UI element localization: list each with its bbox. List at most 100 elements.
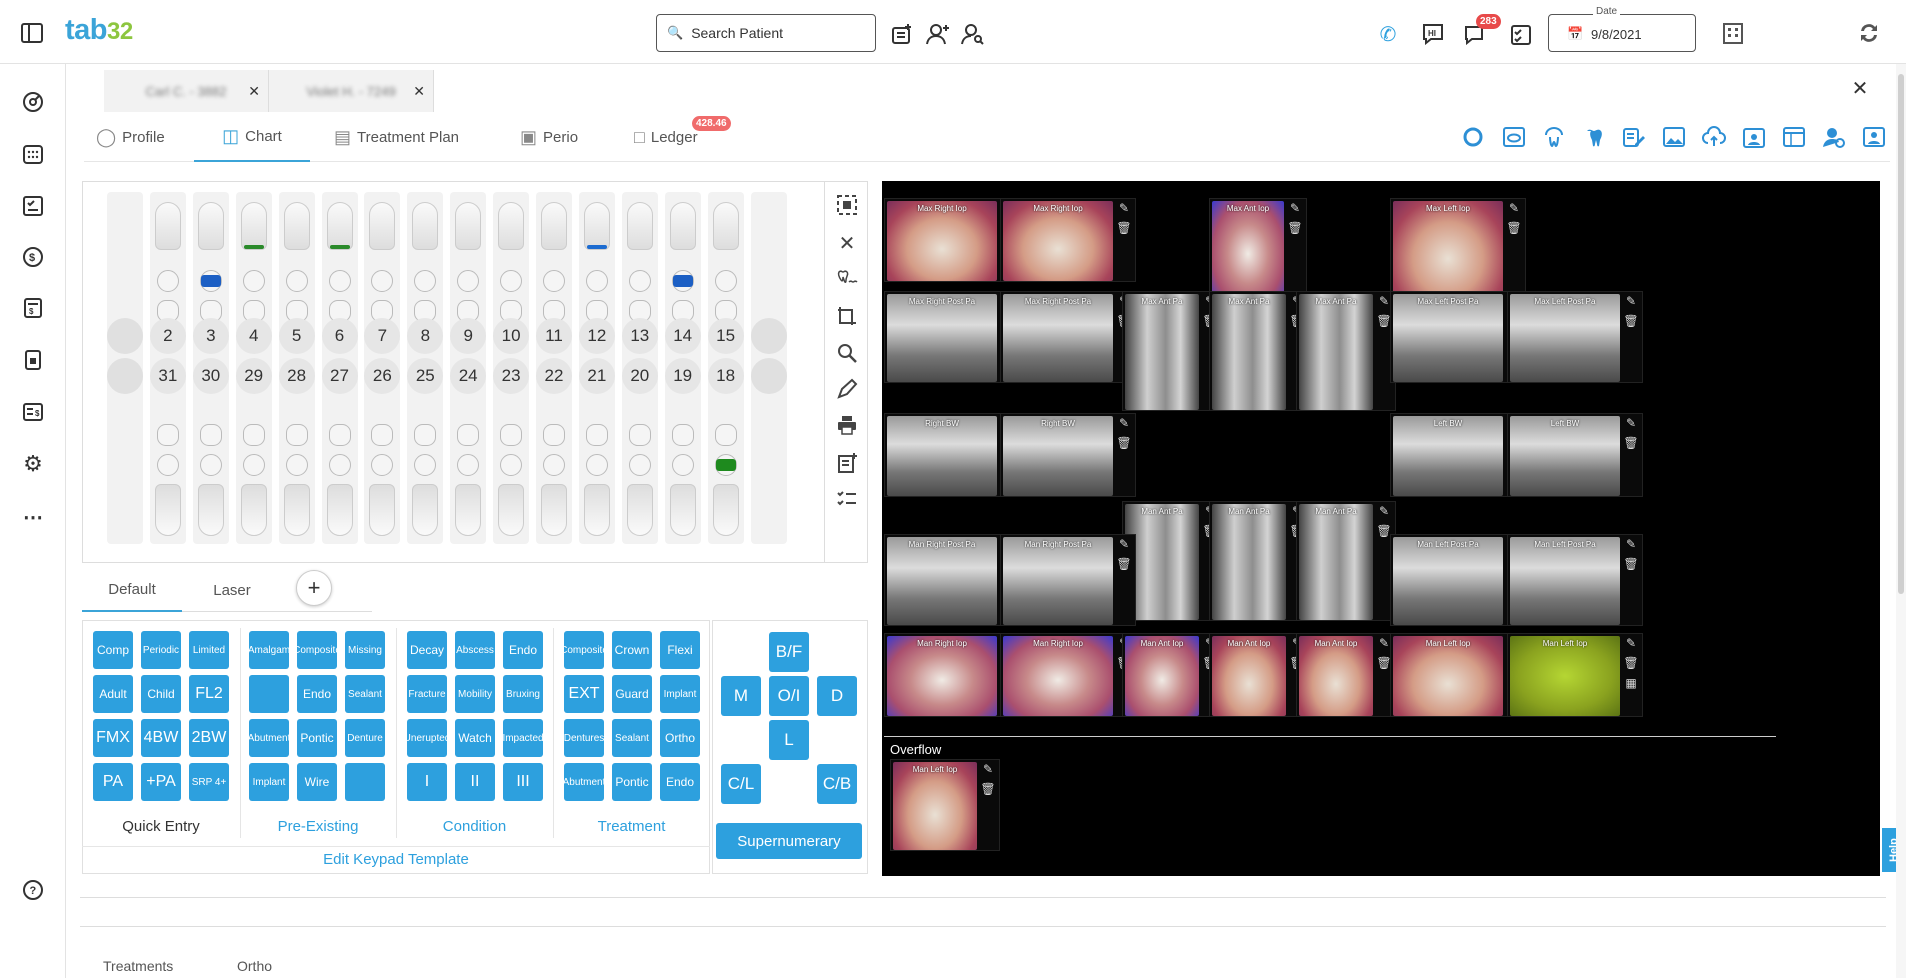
- tab-profile[interactable]: ◯ Profile: [96, 112, 165, 162]
- add-note-chart-icon[interactable]: [835, 451, 859, 475]
- surface-l-button[interactable]: L: [769, 720, 809, 760]
- edit-icon[interactable]: ✎: [1117, 201, 1131, 215]
- surface-cl-button[interactable]: C/L: [721, 764, 761, 804]
- keypad-button[interactable]: Crown: [612, 631, 652, 669]
- edit-icon[interactable]: ✎: [1624, 294, 1638, 308]
- keypad-button[interactable]: 4BW: [141, 719, 181, 757]
- image-slot[interactable]: Man Left Iop ✎ 🗑 ▦: [1507, 633, 1643, 717]
- image-slot[interactable]: Man Ant Iop ✎ 🗑: [1296, 633, 1396, 717]
- keypad-button[interactable]: Pontic: [297, 719, 337, 757]
- keypad-button[interactable]: Denture: [345, 719, 385, 757]
- image-upload-icon[interactable]: [1661, 124, 1687, 150]
- add-note-icon[interactable]: [890, 22, 914, 46]
- tooth-number[interactable]: 11: [536, 318, 572, 354]
- tooth-number[interactable]: 6: [321, 318, 358, 354]
- tooth-number[interactable]: 22: [536, 358, 572, 394]
- edit-icon[interactable]: ✎: [1117, 537, 1131, 551]
- billing-icon[interactable]: $: [20, 244, 46, 270]
- sidebar-toggle-icon[interactable]: [20, 22, 44, 44]
- zoom-icon[interactable]: [835, 341, 859, 365]
- image-slot[interactable]: Max Left Post Pa ✎ 🗑: [1507, 291, 1643, 383]
- image-slot[interactable]: Man Left Iop ✎ 🗑: [890, 759, 1000, 851]
- image-slot[interactable]: Max Ant Pa✎🗑: [1296, 291, 1396, 411]
- tooth-number[interactable]: 12: [578, 318, 615, 354]
- xray-thumbnail[interactable]: Man Right Post Pa: [887, 537, 997, 625]
- keypad-button[interactable]: Endo: [503, 631, 543, 669]
- clear-icon[interactable]: ✕: [835, 231, 859, 255]
- tooth-number[interactable]: 2: [149, 318, 186, 354]
- settings-icon[interactable]: ⚙: [20, 451, 46, 477]
- keypad-button[interactable]: Endo: [297, 675, 337, 713]
- xray-thumbnail[interactable]: Max Ant Pa: [1125, 294, 1199, 410]
- schedule-grid-icon[interactable]: [1781, 124, 1807, 150]
- image-slot[interactable]: Left BW ✎ 🗑: [1507, 413, 1643, 497]
- image-slot[interactable]: Man Ant Pa✎🗑: [1122, 501, 1222, 621]
- image-slot[interactable]: Max Ant Pa✎🗑: [1209, 291, 1309, 411]
- tooth-number-blank[interactable]: [107, 358, 143, 394]
- circle-tool-icon[interactable]: [1460, 124, 1486, 150]
- edit-icon[interactable]: ✎: [1377, 504, 1391, 518]
- keypad-button[interactable]: Child: [141, 675, 181, 713]
- image-slot[interactable]: Man Right Iop✎🗑: [1000, 633, 1136, 717]
- tab-perio[interactable]: ▣ Perio: [520, 112, 578, 162]
- tab-treatments[interactable]: Treatments: [103, 958, 173, 974]
- xray-thumbnail[interactable]: Man Left Post Pa: [1510, 537, 1620, 625]
- edit-icon[interactable]: ✎: [1624, 416, 1638, 430]
- trash-icon[interactable]: 🗑: [1116, 557, 1131, 571]
- condition-label[interactable]: Condition: [396, 818, 553, 835]
- keypad-button[interactable]: Impacted: [503, 719, 543, 757]
- tab-treatment-plan[interactable]: ▤ Treatment Plan: [334, 112, 459, 162]
- keypad-button[interactable]: SRP 4+: [189, 763, 229, 801]
- tooth-number[interactable]: 27: [321, 358, 358, 394]
- tab-laser[interactable]: Laser: [182, 568, 282, 612]
- tooth-number[interactable]: 24: [450, 358, 487, 394]
- keypad-button[interactable]: Sealant: [612, 719, 652, 757]
- xray-thumbnail[interactable]: Man Left Iop: [893, 762, 977, 850]
- xray-thumbnail[interactable]: Man Right Iop: [1003, 636, 1113, 716]
- date-picker[interactable]: Date 📅 9/8/2021: [1548, 6, 1696, 52]
- xray-thumbnail[interactable]: Man Ant Iop: [1212, 636, 1286, 716]
- pen-icon[interactable]: [835, 377, 859, 401]
- keypad-button[interactable]: I: [407, 763, 447, 801]
- xray-thumbnail[interactable]: Max Ant Pa: [1212, 294, 1286, 410]
- image-slot[interactable]: Max Ant Pa✎🗑: [1122, 291, 1222, 411]
- xray-thumbnail[interactable]: Max Ant Pa: [1299, 294, 1373, 410]
- patient-card-icon[interactable]: [1861, 124, 1887, 150]
- calculator-icon[interactable]: $: [20, 295, 46, 321]
- xray-thumbnail[interactable]: Man Ant Pa: [1125, 504, 1199, 620]
- checklist-tool-icon[interactable]: [835, 487, 859, 511]
- keypad-button[interactable]: PA: [93, 763, 133, 801]
- tooth-swap-icon[interactable]: [835, 267, 859, 291]
- xray-thumbnail[interactable]: Max Right Post Pa: [1003, 294, 1113, 382]
- surface-m-button[interactable]: M: [721, 676, 761, 716]
- xray-thumbnail[interactable]: Right BW: [887, 416, 997, 496]
- patient-settings-icon[interactable]: [1821, 124, 1847, 150]
- keypad-button[interactable]: Endo: [660, 763, 700, 801]
- edit-note-icon[interactable]: [1621, 124, 1647, 150]
- keypad-button[interactable]: FMX: [93, 719, 133, 757]
- trash-icon[interactable]: 🗑: [1116, 436, 1131, 450]
- xray-thumbnail[interactable]: Man Left Iop: [1393, 636, 1503, 716]
- ledger-sidebar-icon[interactable]: $: [20, 399, 46, 425]
- edit-icon[interactable]: ✎: [1507, 201, 1521, 215]
- trash-icon[interactable]: 🗑: [1376, 524, 1391, 538]
- tooth-number[interactable]: 5: [278, 318, 315, 354]
- tab-default[interactable]: Default: [82, 568, 182, 612]
- trash-icon[interactable]: 🗑: [1376, 656, 1391, 670]
- surface-cb-button[interactable]: C/B: [817, 764, 857, 804]
- scrollbar[interactable]: [1896, 64, 1906, 978]
- cloud-upload-icon[interactable]: [1701, 124, 1727, 150]
- image-slot[interactable]: Max Right Post Pa✎🗑: [1000, 291, 1136, 383]
- keypad-button[interactable]: Decay: [407, 631, 447, 669]
- tooth-number-blank[interactable]: [107, 318, 143, 354]
- edit-icon[interactable]: ✎: [981, 762, 995, 776]
- edit-icon[interactable]: ✎: [1377, 294, 1391, 308]
- tooth-number[interactable]: 10: [493, 318, 530, 354]
- tooth-number[interactable]: 13: [621, 318, 658, 354]
- keypad-button[interactable]: Periodic: [141, 631, 181, 669]
- keypad-button[interactable]: Amalgam: [249, 631, 289, 669]
- xray-thumbnail[interactable]: Left BW: [1510, 416, 1620, 496]
- tooth-number-blank[interactable]: [750, 358, 787, 394]
- xray-thumbnail[interactable]: Man Right Post Pa: [1003, 537, 1113, 625]
- keypad-button[interactable]: Abscess: [455, 631, 495, 669]
